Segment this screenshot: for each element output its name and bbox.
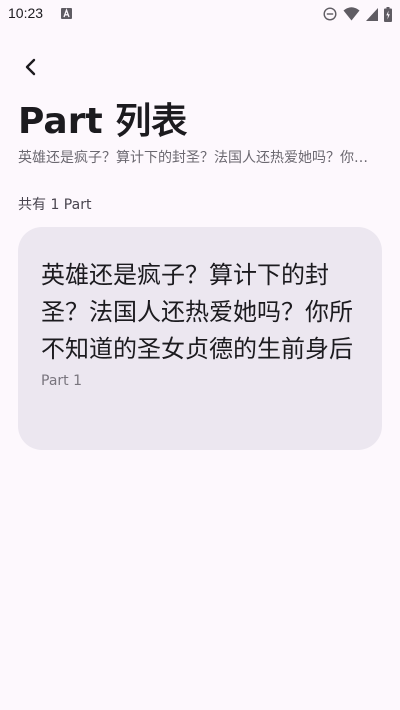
page-title: Part 列表: [18, 101, 188, 142]
back-button[interactable]: [14, 50, 48, 84]
status-time: 10:23: [8, 5, 44, 21]
cellular-signal-icon: [366, 7, 378, 21]
a-notification-icon: [61, 8, 72, 19]
do-not-disturb-icon: [323, 7, 337, 21]
part-card-label: Part 1: [41, 373, 82, 389]
part-count: 共有 1 Part: [18, 197, 92, 213]
part-card-title: 英雄还是疯子？算计下的封圣？法国人还热爱她吗？你所不知道的圣女贞德的生前身后: [41, 261, 353, 363]
status-icons: [323, 6, 392, 22]
part-card[interactable]: 英雄还是疯子？算计下的封圣？法国人还热爱她吗？你所不知道的圣女贞德的生前身后 P…: [18, 227, 382, 450]
battery-charging-icon: [384, 6, 392, 22]
status-bar: 10:23: [0, 0, 400, 28]
back-arrow-icon: [25, 58, 36, 76]
page-subtitle: 英雄还是疯子？算计下的封圣？法国人还热爱她吗？你所不知道的圣女贞德的生前身后: [18, 150, 380, 166]
wifi-icon: [343, 7, 360, 21]
